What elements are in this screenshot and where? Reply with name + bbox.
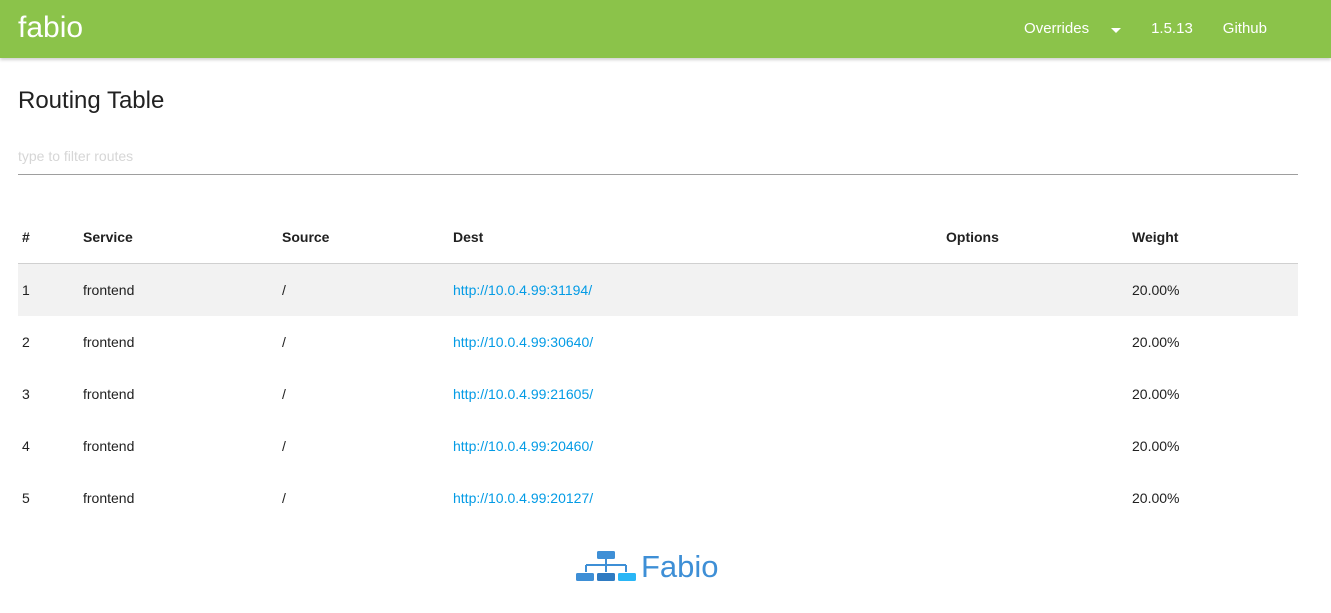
- version-link[interactable]: 1.5.13: [1136, 0, 1208, 58]
- route-number: 3: [22, 386, 30, 402]
- route-dest-cell: http://10.0.4.99:21605/: [449, 368, 942, 420]
- header-service: Service: [79, 211, 278, 264]
- routing-table: # Service Source Dest Options Weight 1 f…: [18, 211, 1298, 524]
- table-row: 4 frontend / http://10.0.4.99:20460/ 20.…: [18, 420, 1298, 472]
- route-source: /: [282, 386, 286, 402]
- top-navbar: fabio Overrides 1.5.13 Github: [0, 0, 1331, 58]
- route-weight: 20.00%: [1132, 438, 1180, 454]
- route-dest-cell: http://10.0.4.99:30640/: [449, 316, 942, 368]
- route-source: /: [278, 263, 449, 316]
- caret-down-icon: [1111, 27, 1122, 33]
- header-options: Options: [942, 211, 1128, 264]
- route-weight: 20.00%: [1132, 386, 1180, 402]
- route-number: 4: [22, 438, 30, 454]
- route-weight: 20.00%: [1132, 490, 1180, 506]
- route-source: /: [282, 438, 286, 454]
- network-tree-icon: [576, 551, 636, 581]
- route-options: [942, 316, 1128, 368]
- brand-logo-link[interactable]: fabio: [18, 8, 83, 48]
- route-filter-input[interactable]: [18, 138, 1298, 175]
- route-dest-cell: http://10.0.4.99:31194/: [449, 263, 942, 316]
- route-service: frontend: [79, 263, 278, 316]
- route-options: [942, 420, 1128, 472]
- header-dest: Dest: [449, 211, 942, 264]
- route-source: /: [282, 334, 286, 350]
- header-source: Source: [278, 211, 449, 264]
- overrides-label: Overrides: [1024, 20, 1090, 37]
- route-options: [942, 368, 1128, 420]
- route-weight: 20.00%: [1132, 334, 1180, 350]
- table-row: 5 frontend / http://10.0.4.99:20127/ 20.…: [18, 472, 1298, 524]
- route-dest-link[interactable]: http://10.0.4.99:20127/: [453, 490, 593, 506]
- route-options: [942, 263, 1128, 316]
- route-dest-cell: http://10.0.4.99:20127/: [449, 472, 942, 524]
- table-row: 3 frontend / http://10.0.4.99:21605/ 20.…: [18, 368, 1298, 420]
- header-number: #: [18, 211, 79, 264]
- overrides-dropdown[interactable]: Overrides: [1009, 0, 1136, 58]
- route-dest-link[interactable]: http://10.0.4.99:21605/: [453, 386, 593, 402]
- table-header-row: # Service Source Dest Options Weight: [18, 211, 1298, 264]
- route-service: frontend: [83, 334, 135, 350]
- route-service: frontend: [83, 386, 135, 402]
- route-number: 5: [22, 490, 30, 506]
- route-service: frontend: [83, 438, 135, 454]
- table-row: 2 frontend / http://10.0.4.99:30640/ 20.…: [18, 316, 1298, 368]
- header-weight: Weight: [1128, 211, 1298, 264]
- route-dest-link[interactable]: http://10.0.4.99:31194/: [453, 282, 592, 298]
- nav-menu: Overrides 1.5.13 Github: [1009, 0, 1282, 58]
- route-source: /: [282, 490, 286, 506]
- route-number: 2: [22, 334, 30, 350]
- page-title: Routing Table: [18, 87, 165, 114]
- footer-logo: Fabio: [575, 549, 719, 585]
- logo-text: Fabio: [641, 549, 719, 584]
- route-options: [942, 472, 1128, 524]
- github-link[interactable]: Github: [1208, 0, 1282, 58]
- route-dest-link[interactable]: http://10.0.4.99:30640/: [453, 334, 593, 350]
- route-service: frontend: [83, 490, 135, 506]
- table-row: 1 frontend / http://10.0.4.99:31194/ 20.…: [18, 263, 1298, 316]
- route-dest-cell: http://10.0.4.99:20460/: [449, 420, 942, 472]
- route-weight: 20.00%: [1128, 263, 1298, 316]
- route-number: 1: [18, 263, 79, 316]
- route-dest-link[interactable]: http://10.0.4.99:20460/: [453, 438, 593, 454]
